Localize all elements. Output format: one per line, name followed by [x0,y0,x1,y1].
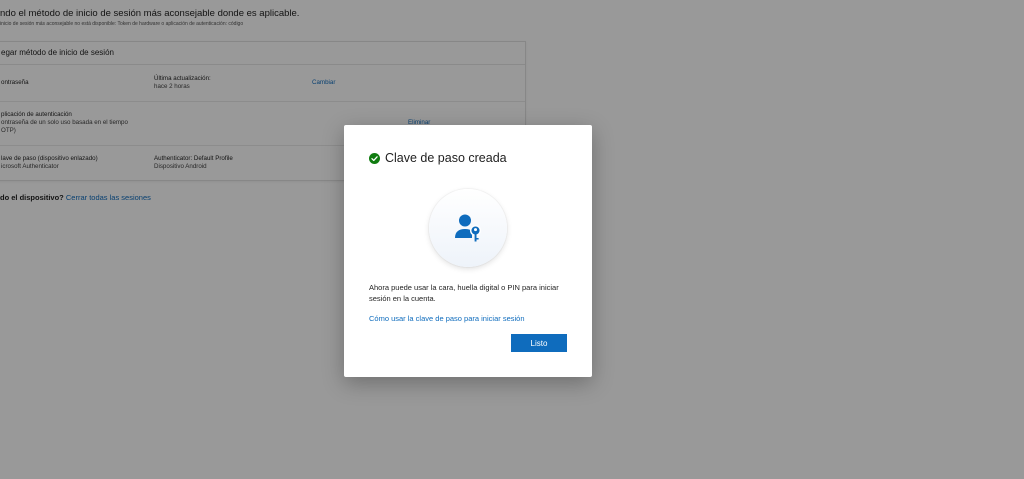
passkey-created-dialog: Clave de paso creada Ahora puede usar la… [344,125,592,377]
dialog-header: Clave de paso creada [369,151,507,165]
passkey-illustration [429,189,507,267]
check-circle-icon [369,152,380,164]
dialog-title: Clave de paso creada [385,151,507,165]
dialog-message: Ahora puede usar la cara, huella digital… [369,283,559,303]
passkey-help-link[interactable]: Cómo usar la clave de paso para iniciar … [369,314,525,323]
person-key-icon [455,214,482,242]
done-button[interactable]: Listo [511,334,567,352]
